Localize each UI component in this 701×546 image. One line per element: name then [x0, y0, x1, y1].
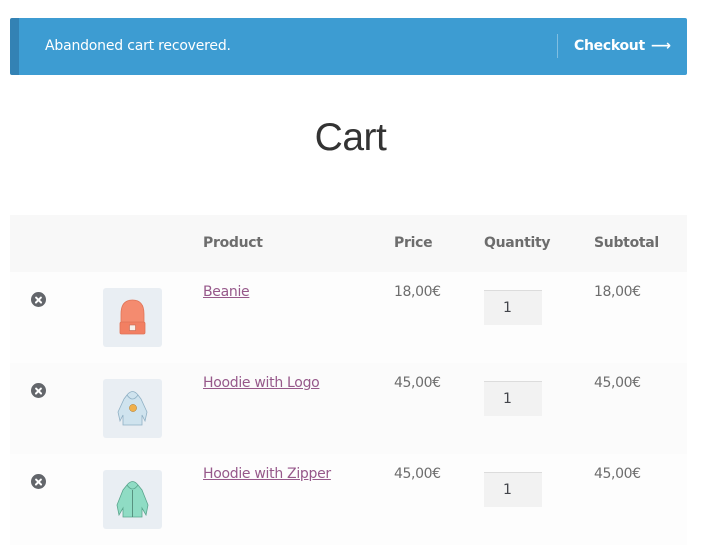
cart-item-row: Hoodie with Logo 45,00€ 45,00€ — [10, 363, 687, 454]
arrow-right-icon: ⟶ — [650, 38, 671, 54]
column-header-quantity: Quantity — [484, 235, 551, 251]
product-subtotal: 45,00€ — [594, 466, 641, 482]
hoodie-with-logo-image[interactable] — [103, 379, 162, 438]
product-price: 45,00€ — [394, 375, 441, 391]
cart-item-row: Hoodie with Zipper 45,00€ 45,00€ — [10, 454, 687, 545]
product-price: 45,00€ — [394, 466, 441, 482]
product-price: 18,00€ — [394, 284, 441, 300]
notice-divider — [557, 34, 558, 58]
notice-banner: Abandoned cart recovered. Checkout ⟶ — [10, 18, 687, 75]
cart-table-header: Product Price Quantity Subtotal — [10, 215, 687, 272]
beanie-image[interactable] — [103, 288, 162, 347]
cart-item-row: Beanie 18,00€ 18,00€ — [10, 272, 687, 363]
product-subtotal: 45,00€ — [594, 375, 641, 391]
page-title: Cart — [314, 116, 387, 159]
column-header-product: Product — [203, 235, 263, 251]
notice-message: Abandoned cart recovered. — [45, 38, 231, 54]
remove-item-icon[interactable] — [31, 292, 46, 307]
quantity-input[interactable] — [484, 472, 542, 507]
column-header-price: Price — [394, 235, 433, 251]
remove-item-icon[interactable] — [31, 383, 46, 398]
quantity-input[interactable] — [484, 381, 542, 416]
product-subtotal: 18,00€ — [594, 284, 641, 300]
column-header-subtotal: Subtotal — [594, 235, 659, 251]
remove-item-icon[interactable] — [31, 474, 46, 489]
product-link[interactable]: Hoodie with Zipper — [203, 466, 331, 482]
product-link[interactable]: Hoodie with Logo — [203, 375, 320, 391]
checkout-button[interactable]: Checkout ⟶ — [574, 18, 671, 75]
quantity-input[interactable] — [484, 290, 542, 325]
hoodie-with-zipper-image[interactable] — [103, 470, 162, 529]
product-link[interactable]: Beanie — [203, 284, 250, 300]
checkout-label: Checkout — [574, 38, 645, 54]
